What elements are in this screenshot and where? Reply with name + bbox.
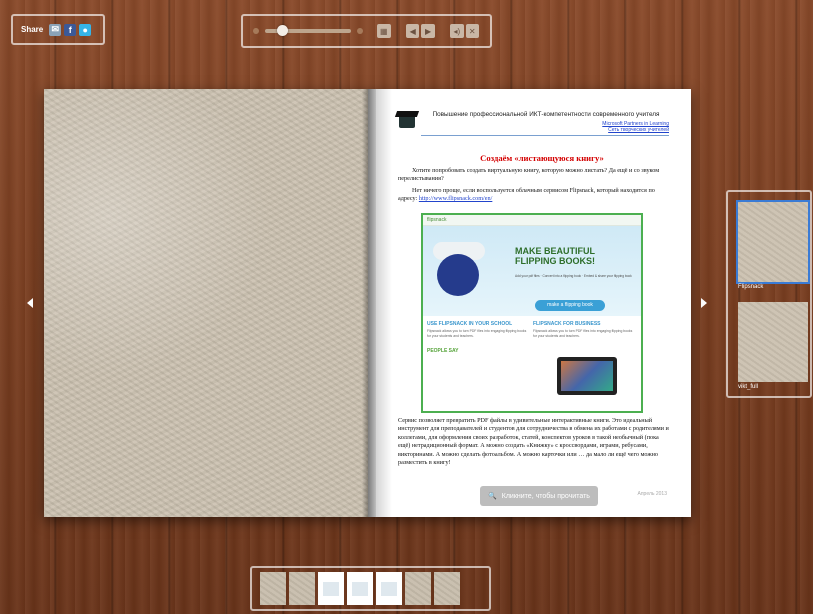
header-link-network[interactable]: Сеть творческих учителей	[608, 127, 669, 133]
page-thumb[interactable]	[376, 572, 402, 605]
page-heading: Создаём «листающуюся книгу»	[480, 153, 604, 163]
page-thumb[interactable]	[434, 572, 460, 605]
graduation-cap-icon	[399, 114, 415, 128]
prev-page-icon[interactable]: ◀	[405, 24, 420, 38]
toolbar: ▦ ◀ ▶ ◂) ✕	[241, 14, 492, 48]
thumbnail-label-flipsnack: Flipsnack	[738, 284, 764, 290]
flipsnack-screenshot: flipsnack MAKE BEAUTIFUL FLIPPING BOOKS!…	[421, 213, 643, 413]
zoom-out-icon[interactable]	[253, 28, 259, 34]
screenshot-col1-heading: USE FLIPSNACK IN YOUR SCHOOL	[427, 321, 513, 327]
page-strip	[250, 566, 491, 611]
screenshot-col1-heading2: PEOPLE SAY	[427, 348, 459, 355]
zoom-slider[interactable]	[264, 25, 351, 36]
screenshot-col2-heading: FLIPSNACK FOR BUSINESS	[533, 321, 601, 327]
thumbnail-vikt-full[interactable]	[738, 302, 808, 382]
thumbnail-flipsnack[interactable]	[736, 200, 810, 284]
share-panel: Share ✉ f ●	[11, 14, 105, 45]
left-page-cover[interactable]	[44, 89, 368, 517]
email-icon[interactable]: ✉	[49, 23, 62, 36]
paragraph-1: Хотите попробовать создать виртуальную к…	[398, 167, 660, 183]
next-page-arrow-icon[interactable]	[701, 298, 707, 308]
click-to-read-label: Кликните, чтобы прочитать	[501, 492, 590, 500]
screenshot-col2-text: Flipsnack allows you to turn PDF files i…	[533, 329, 633, 338]
ipad-image	[557, 357, 617, 395]
click-to-read-button[interactable]: 🔍 Кликните, чтобы прочитать	[480, 486, 598, 506]
zoom-slider-thumb[interactable]	[276, 25, 288, 36]
screenshot-bullets: Add your pdf files · Convert into a flip…	[515, 274, 632, 278]
mascot-image	[437, 254, 479, 296]
fullscreen-icon[interactable]: ✕	[465, 24, 479, 38]
publication-date: Апрель 2013	[637, 491, 667, 497]
thumbnail-panel: Flipsnack vikt_full	[726, 190, 812, 398]
paragraph-2: Нет ничего проще, если воспользуется обл…	[398, 187, 672, 204]
screenshot-col1-text: Flipsnack allows you to turn PDF files i…	[427, 329, 527, 338]
right-page[interactable]: Повышение профессиональной ИКТ-компетент…	[368, 89, 691, 517]
zoom-in-icon[interactable]	[356, 28, 363, 34]
flipsnack-link[interactable]: http://www.flipsnack.com/en/	[419, 195, 493, 202]
share-label: Share	[21, 25, 44, 34]
prev-page-arrow-icon[interactable]	[27, 298, 33, 308]
twitter-icon[interactable]: ●	[79, 23, 92, 36]
thumbnail-label-vikt-full: vikt_full	[738, 384, 759, 390]
page-thumb[interactable]	[318, 572, 344, 605]
facebook-icon[interactable]: f	[64, 23, 77, 36]
page-thumb[interactable]	[289, 572, 315, 605]
thumbnails-icon[interactable]: ▦	[377, 24, 391, 38]
page-thumb[interactable]	[347, 572, 373, 605]
book-spine	[362, 89, 376, 517]
screenshot-logo: flipsnack	[427, 217, 447, 223]
flipbook[interactable]: Повышение профессиональной ИКТ-компетент…	[44, 89, 691, 517]
header-title: Повышение профессиональной ИКТ-компетент…	[432, 111, 660, 118]
next-page-icon[interactable]: ▶	[421, 24, 435, 38]
page-thumb[interactable]	[260, 572, 286, 605]
screenshot-cta: make a flipping book	[535, 300, 605, 311]
search-icon: 🔍	[488, 493, 497, 500]
paragraph-3: Сервис позволяет превратить PDF файлы в …	[398, 417, 669, 467]
screenshot-headline: MAKE BEAUTIFUL FLIPPING BOOKS!	[515, 246, 596, 266]
sound-icon[interactable]: ◂)	[450, 24, 464, 38]
page-header: Повышение профессиональной ИКТ-компетент…	[399, 111, 669, 139]
page-thumb[interactable]	[405, 572, 431, 605]
